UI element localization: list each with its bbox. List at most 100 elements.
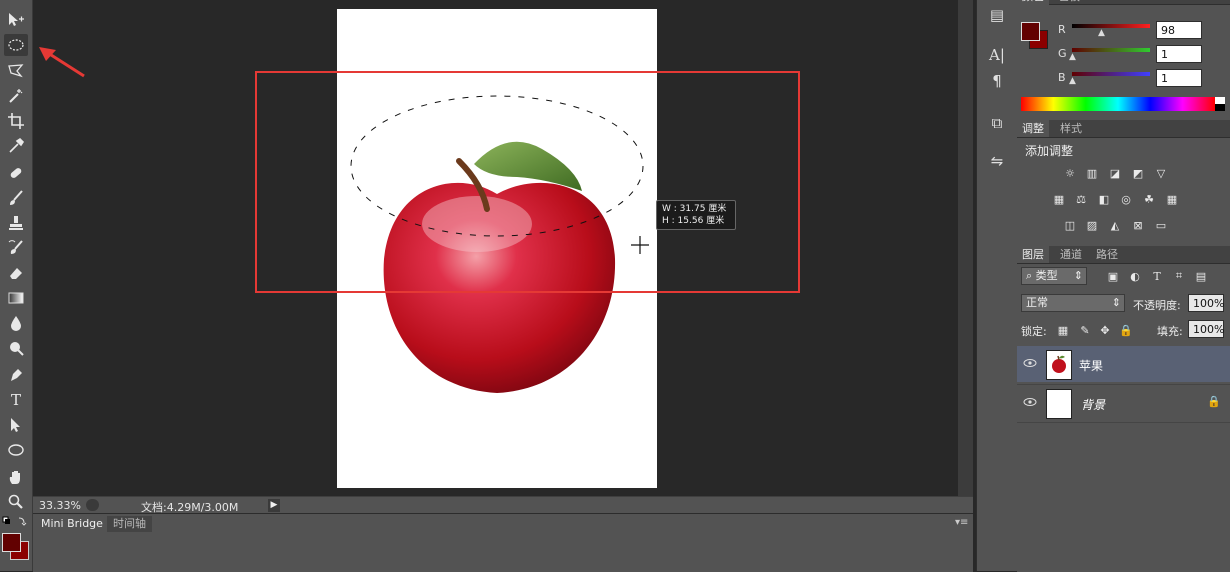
crop-icon[interactable] <box>4 110 28 132</box>
default-colors-icon[interactable] <box>2 515 28 529</box>
tab-adjustments[interactable]: 调整 <box>1017 120 1049 137</box>
spectrum-white[interactable] <box>1215 97 1225 104</box>
ellipse-marquee-icon[interactable] <box>4 34 28 56</box>
status-menu-icon[interactable] <box>86 499 99 511</box>
blue-slider-thumb-icon[interactable]: ▲ <box>1069 76 1076 86</box>
move-tool-icon[interactable] <box>4 8 28 30</box>
tools-panel: T <box>0 0 33 571</box>
lock-transparency-icon[interactable]: ▦ <box>1055 322 1071 338</box>
search-icon: ⌕ <box>1026 269 1033 282</box>
gradient-map-icon[interactable]: ▭ <box>1153 217 1169 233</box>
lock-all-icon[interactable]: 🔒 <box>1118 322 1134 338</box>
invert-icon[interactable]: ◫ <box>1062 217 1078 233</box>
healing-brush-icon[interactable] <box>4 162 28 184</box>
red-slider-thumb-icon[interactable]: ▲ <box>1098 28 1105 38</box>
add-adjustment-title: 添加调整 <box>1025 144 1074 158</box>
zoom-level[interactable]: 33.33% <box>39 499 81 512</box>
tab-timeline[interactable]: 时间轴 <box>107 516 152 532</box>
channel-mixer-icon[interactable]: ☘ <box>1141 191 1157 207</box>
pen-icon[interactable] <box>4 364 28 386</box>
filter-adjustment-icon[interactable]: ◐ <box>1127 268 1143 284</box>
brightness-icon[interactable]: ☼ <box>1062 165 1078 181</box>
lock-label: 锁定: <box>1021 325 1047 338</box>
polygon-lasso-icon[interactable] <box>4 60 28 82</box>
paragraph-panel-icon[interactable]: ¶ <box>985 70 1009 92</box>
red-slider[interactable] <box>1072 24 1150 28</box>
fill-input[interactable]: 100% <box>1188 320 1224 338</box>
photo-filter-icon[interactable]: ◎ <box>1118 191 1134 207</box>
opacity-label: 不透明度: <box>1133 299 1181 312</box>
filter-shape-icon[interactable]: ⌗ <box>1171 268 1187 284</box>
black-white-icon[interactable]: ◧ <box>1096 191 1112 207</box>
type-icon[interactable]: T <box>4 389 28 411</box>
dodge-icon[interactable] <box>4 337 28 359</box>
selective-color-icon[interactable]: ⊠ <box>1130 217 1146 233</box>
status-arrow-icon[interactable]: ▶ <box>268 499 280 512</box>
blur-icon[interactable] <box>4 312 28 334</box>
blend-mode-dropdown[interactable]: 正常 ⇕ <box>1021 294 1125 312</box>
layer-name[interactable]: 背景 <box>1081 396 1105 413</box>
gradient-icon[interactable] <box>4 287 28 309</box>
tab-styles[interactable]: 样式 <box>1055 120 1087 137</box>
history-panel-icon[interactable]: ▤ <box>985 4 1009 26</box>
hand-icon[interactable] <box>4 466 28 488</box>
blue-value-input[interactable]: 1 <box>1156 69 1202 87</box>
color-panel-foreground-swatch[interactable] <box>1021 22 1040 41</box>
visibility-eye-icon[interactable] <box>1023 356 1037 370</box>
eraser-icon[interactable] <box>4 262 28 284</box>
lock-paint-icon[interactable]: ✎ <box>1077 322 1093 338</box>
foreground-color-swatch[interactable] <box>2 533 21 552</box>
vibrance-icon[interactable]: ▽ <box>1153 165 1169 181</box>
opacity-input[interactable]: 100% <box>1188 294 1224 312</box>
posterize-icon[interactable]: ▨ <box>1084 217 1100 233</box>
history-brush-icon[interactable] <box>4 237 28 259</box>
layer-row-background[interactable]: 背景 🔒 <box>1017 384 1230 421</box>
path-select-icon[interactable] <box>4 414 28 436</box>
layer-row-apple[interactable]: 苹果 <box>1017 346 1230 382</box>
color-lookup-icon[interactable]: ▦ <box>1164 191 1180 207</box>
zoom-icon[interactable] <box>4 491 28 513</box>
tab-color[interactable]: 颜色 <box>1017 0 1049 5</box>
tab-channels[interactable]: 通道 <box>1055 246 1087 263</box>
exposure-icon[interactable]: ◩ <box>1130 165 1146 181</box>
vertical-scrollbar[interactable] <box>958 0 973 496</box>
tab-layers[interactable]: 图层 <box>1017 246 1049 263</box>
magic-wand-icon[interactable] <box>4 85 28 107</box>
ellipse-shape-icon[interactable] <box>4 439 28 461</box>
filter-type-icon[interactable]: T <box>1149 268 1165 284</box>
tab-paths[interactable]: 路径 <box>1091 246 1123 263</box>
clone-stamp-icon[interactable] <box>4 212 28 234</box>
adjustments-panel-header: 调整 样式 <box>1017 120 1230 138</box>
color-spectrum-bar[interactable] <box>1021 97 1215 111</box>
green-slider-thumb-icon[interactable]: ▲ <box>1069 52 1076 62</box>
blue-channel-label: B <box>1058 71 1066 84</box>
threshold-icon[interactable]: ◭ <box>1107 217 1123 233</box>
eyedropper-icon[interactable] <box>4 135 28 157</box>
red-value-input[interactable]: 98 <box>1156 21 1202 39</box>
panel-menu-icon[interactable]: ▾≡ <box>955 517 968 528</box>
tab-mini-bridge[interactable]: Mini Bridge <box>35 516 109 532</box>
filter-smart-object-icon[interactable]: ▤ <box>1193 268 1209 284</box>
green-slider[interactable] <box>1072 48 1150 52</box>
brush-icon[interactable] <box>4 187 28 209</box>
right-panels: 颜色 色板 R ▲ 98 G ▲ 1 B ▲ 1 调整 样式 添加调整 ☼ ▥ … <box>1017 0 1230 572</box>
filter-pixel-icon[interactable]: ▣ <box>1105 268 1121 284</box>
hue-saturation-icon[interactable]: ▦ <box>1051 191 1067 207</box>
green-value-input[interactable]: 1 <box>1156 45 1202 63</box>
curves-icon[interactable]: ◪ <box>1107 165 1123 181</box>
lock-position-icon[interactable]: ✥ <box>1097 322 1113 338</box>
layer-thumbnail <box>1046 350 1072 380</box>
layer-thumbnail <box>1046 389 1072 419</box>
actions-panel-icon[interactable]: ⇋ <box>985 150 1009 172</box>
color-panel-header: 颜色 色板 <box>1017 0 1230 5</box>
tab-swatches[interactable]: 色板 <box>1053 0 1085 5</box>
blue-slider[interactable] <box>1072 72 1150 76</box>
layer-name[interactable]: 苹果 <box>1079 357 1103 374</box>
spectrum-black[interactable] <box>1215 104 1225 111</box>
levels-icon[interactable]: ▥ <box>1084 165 1100 181</box>
character-panel-icon[interactable]: A| <box>985 44 1009 66</box>
layer-filter-dropdown[interactable]: ⌕ 类型 ⇕ <box>1021 267 1087 285</box>
visibility-eye-icon[interactable] <box>1023 395 1037 409</box>
properties-panel-icon[interactable]: ⧉ <box>985 112 1009 134</box>
color-balance-icon[interactable]: ⚖ <box>1073 191 1089 207</box>
